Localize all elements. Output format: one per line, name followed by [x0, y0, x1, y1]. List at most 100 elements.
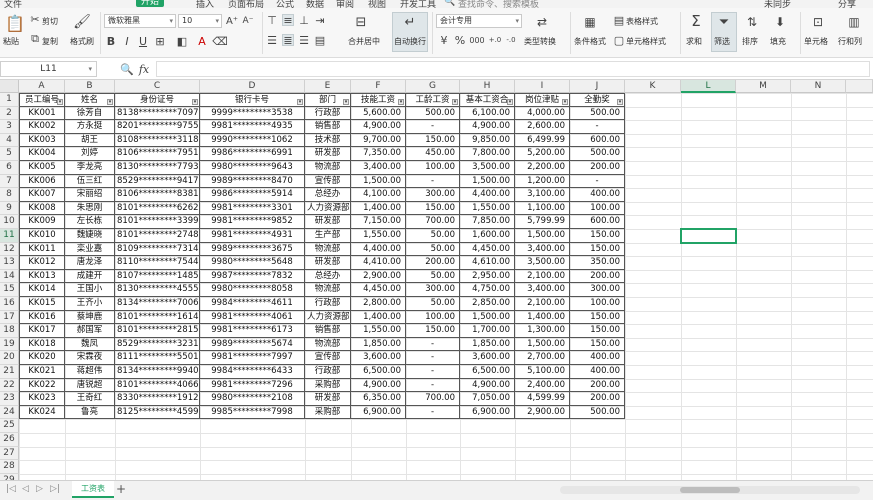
- table-cell[interactable]: 8125*********4599: [115, 405, 200, 420]
- table-cell[interactable]: -: [406, 120, 460, 134]
- table-header-cell[interactable]: 技能工资 ▾: [351, 93, 406, 107]
- column-header-l[interactable]: L: [681, 80, 736, 93]
- column-header-j[interactable]: J: [570, 80, 625, 93]
- table-cell[interactable]: 2,400.00: [515, 378, 570, 393]
- search-icon[interactable]: 🔍: [444, 0, 455, 7]
- percent-icon[interactable]: %: [454, 34, 466, 47]
- table-cell[interactable]: 物流部: [305, 242, 351, 257]
- row-col-button[interactable]: 行和列: [838, 36, 862, 47]
- table-cell[interactable]: 9989*********5674: [200, 337, 305, 352]
- row-header-21[interactable]: 21: [0, 365, 19, 379]
- table-cell[interactable]: 100.00: [570, 297, 625, 311]
- font-shrink-icon[interactable]: A⁻: [242, 14, 254, 28]
- row-header-5[interactable]: 5: [0, 147, 19, 161]
- table-cell[interactable]: 8101*********4066: [115, 378, 200, 393]
- table-cell[interactable]: 3,500.00: [515, 256, 570, 270]
- table-cell[interactable]: 150.00: [570, 242, 625, 257]
- table-cell[interactable]: 1,600.00: [460, 229, 515, 243]
- table-cell[interactable]: 5,799.99: [515, 215, 570, 229]
- table-cell[interactable]: 4,900.00: [460, 120, 515, 134]
- column-header-g[interactable]: G: [406, 80, 460, 93]
- table-header-cell[interactable]: 全勤奖 ▾: [570, 93, 625, 107]
- add-sheet-icon[interactable]: +: [116, 482, 126, 496]
- table-cell[interactable]: 3,600.00: [351, 351, 406, 365]
- table-cell[interactable]: 1,100.00: [515, 201, 570, 216]
- table-cell[interactable]: 研发部: [305, 147, 351, 161]
- table-cell[interactable]: 蒋超伟: [65, 365, 115, 379]
- table-cell[interactable]: 方永挺: [65, 120, 115, 134]
- menu-formula[interactable]: 公式: [276, 0, 294, 8]
- table-cell[interactable]: 成建开: [65, 269, 115, 284]
- column-header-i[interactable]: I: [515, 80, 570, 93]
- align-bottom-icon[interactable]: ⊥: [298, 14, 310, 27]
- column-header-a[interactable]: A: [19, 80, 65, 93]
- number-format-select[interactable]: 会计专用 ▾: [436, 14, 522, 28]
- row-header-13[interactable]: 13: [0, 256, 19, 270]
- table-cell[interactable]: 700.00: [406, 215, 460, 229]
- table-cell[interactable]: 王奇红: [65, 392, 115, 406]
- table-cell[interactable]: 9981*********4931: [200, 229, 305, 243]
- table-cell[interactable]: 150.00: [570, 229, 625, 243]
- table-cell[interactable]: 2,800.00: [351, 297, 406, 311]
- format-painter-button[interactable]: 格式刷: [70, 36, 94, 47]
- table-cell[interactable]: 1,300.00: [515, 324, 570, 338]
- table-cell[interactable]: 150.00: [570, 337, 625, 352]
- table-cell[interactable]: 8130*********4555: [115, 283, 200, 297]
- table-cell[interactable]: KK024: [19, 405, 65, 420]
- align-middle-icon[interactable]: ≡: [282, 14, 294, 27]
- row-header-12[interactable]: 12: [0, 242, 19, 257]
- row-header-22[interactable]: 22: [0, 378, 19, 393]
- table-cell[interactable]: 9984*********6433: [200, 365, 305, 379]
- sum-icon[interactable]: Σ: [688, 12, 704, 30]
- table-cell[interactable]: 3,400.00: [515, 242, 570, 257]
- table-cell[interactable]: 9989*********3675: [200, 242, 305, 257]
- table-cell[interactable]: 4,450.00: [351, 283, 406, 297]
- cut-icon[interactable]: ✂: [30, 13, 40, 26]
- table-cell[interactable]: 采购部: [305, 405, 351, 420]
- table-cell[interactable]: 4,000.00: [515, 106, 570, 121]
- filter-dropdown-icon[interactable]: ▾: [297, 98, 303, 105]
- table-cell[interactable]: 2,200.00: [515, 161, 570, 175]
- spreadsheet-grid[interactable]: A B C D E F G H I J K L M N 1 2 3 4 5 6 7 8 9 10 11 12 13 14 15 16 17 1…: [0, 80, 873, 480]
- table-cell[interactable]: 1,850.00: [460, 337, 515, 352]
- table-cell[interactable]: 9980*********5648: [200, 256, 305, 270]
- menu-insert[interactable]: 插入: [196, 0, 214, 8]
- table-cell[interactable]: KK023: [19, 392, 65, 406]
- table-cell[interactable]: KK013: [19, 269, 65, 284]
- table-cell[interactable]: 7,850.00: [460, 215, 515, 229]
- column-header-k[interactable]: K: [625, 80, 681, 93]
- table-cell[interactable]: 魏婕晓: [65, 229, 115, 243]
- table-cell[interactable]: 9981*********9852: [200, 215, 305, 229]
- align-center-icon[interactable]: ≣: [282, 34, 294, 47]
- table-cell[interactable]: -: [406, 378, 460, 393]
- table-cell[interactable]: 物流部: [305, 161, 351, 175]
- table-cell[interactable]: 6,900.00: [460, 405, 515, 420]
- table-cell[interactable]: 7,050.00: [460, 392, 515, 406]
- table-cell[interactable]: 8107*********1485: [115, 269, 200, 284]
- table-cell[interactable]: 5,200.00: [515, 147, 570, 161]
- table-cell[interactable]: 2,900.00: [351, 269, 406, 284]
- table-cell[interactable]: 300.00: [406, 188, 460, 202]
- fill-icon[interactable]: ⬇: [772, 14, 788, 30]
- table-cell[interactable]: 刘婷: [65, 147, 115, 161]
- font-name-select[interactable]: 微软雅黑 ▾: [104, 14, 176, 28]
- table-cell[interactable]: 1,550.00: [351, 324, 406, 338]
- table-cell[interactable]: 研发部: [305, 215, 351, 229]
- table-cell[interactable]: -: [406, 365, 460, 379]
- table-cell[interactable]: 6,900.00: [351, 405, 406, 420]
- conditional-format-button[interactable]: 条件格式: [574, 36, 606, 47]
- table-cell[interactable]: 4,750.00: [460, 283, 515, 297]
- row-header-25[interactable]: 25: [0, 419, 19, 433]
- table-cell[interactable]: 9990*********1062: [200, 133, 305, 148]
- table-cell[interactable]: 1,400.00: [351, 310, 406, 325]
- table-cell[interactable]: 蔡坤鹿: [65, 310, 115, 325]
- table-cell[interactable]: 7,350.00: [351, 147, 406, 161]
- table-cell[interactable]: 胡王: [65, 133, 115, 148]
- table-cell[interactable]: 物流部: [305, 337, 351, 352]
- table-cell[interactable]: 鲁亮: [65, 405, 115, 420]
- table-cell[interactable]: 300.00: [570, 283, 625, 297]
- table-cell[interactable]: 8330*********1912: [115, 392, 200, 406]
- table-cell[interactable]: 6,500.00: [351, 365, 406, 379]
- table-cell[interactable]: 4,900.00: [351, 378, 406, 393]
- align-top-icon[interactable]: ⊤: [266, 14, 278, 27]
